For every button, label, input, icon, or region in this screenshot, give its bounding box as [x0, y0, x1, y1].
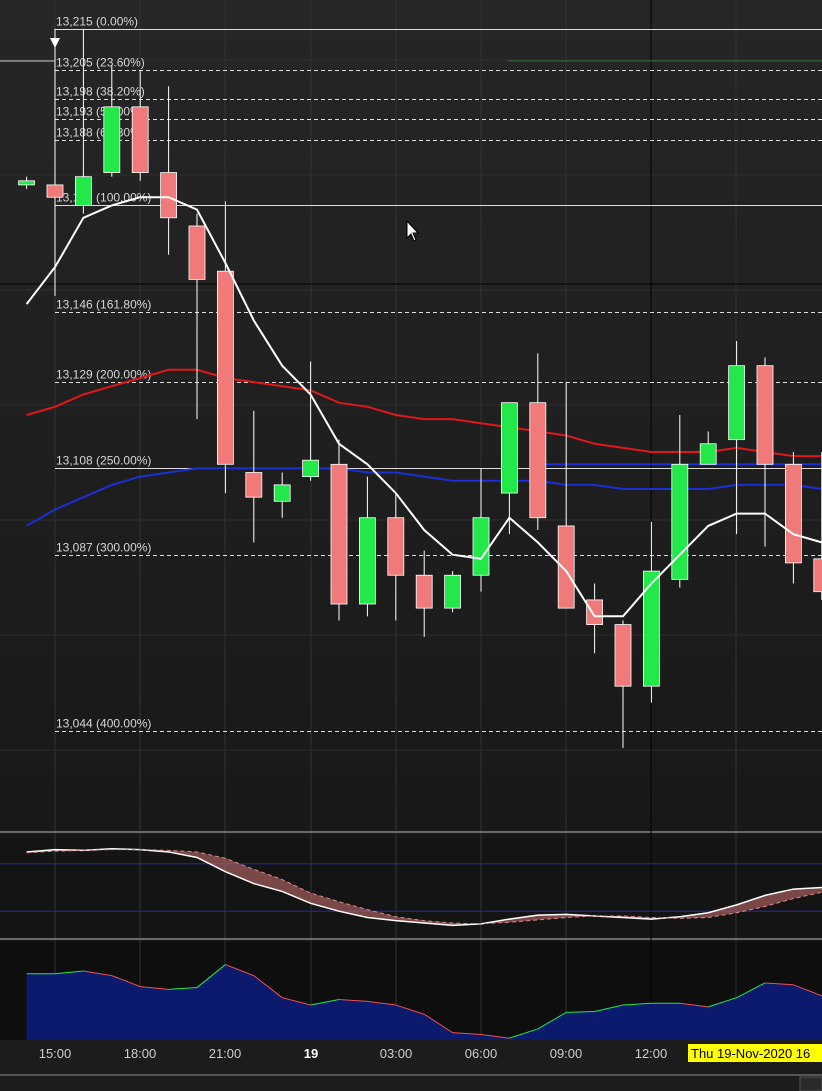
time-axis-label: 19 — [304, 1046, 318, 1061]
candle-down — [415, 574, 433, 609]
candle-down — [387, 517, 405, 576]
mouse-cursor-icon — [406, 219, 420, 242]
time-axis-label: 18:00 — [124, 1046, 157, 1061]
price-chart[interactable]: 13,215 (0.00%) 13,205 (23.60%) 13,198 (38.… — [0, 0, 822, 1091]
candle-down — [557, 525, 575, 609]
fib-level-label: 13,188 (61.80%) — [56, 126, 145, 140]
sma-slow-line — [26, 467, 822, 527]
time-axis-label: 12:00 — [635, 1046, 668, 1061]
candle-up — [472, 517, 490, 576]
candle-up — [18, 180, 36, 186]
candle-down — [46, 184, 64, 198]
crosshair-time-label: Thu 19-Nov-2020 16 — [691, 1046, 810, 1061]
fib-level-label: 13,044 (400.00%) — [56, 717, 151, 731]
candle-down — [188, 225, 206, 280]
fib-level-label: 13,198 (38.20%) — [56, 85, 145, 99]
candle-down — [813, 558, 822, 593]
fib-level-label: 13,087 (300.00%) — [56, 541, 151, 555]
fib-level-label: 13,146 (161.80%) — [56, 298, 151, 312]
fib-level-label: 13,205 (23.60%) — [56, 56, 145, 70]
candle-down — [216, 270, 234, 465]
candle-up — [302, 459, 320, 478]
chart-window[interactable]: 13,215 (0.00%) 13,205 (23.60%) 13,198 (38.… — [0, 0, 822, 1091]
time-axis-label: 06:00 — [465, 1046, 498, 1061]
candles — [18, 28, 822, 748]
fib-level-label: 13,108 (250.00%) — [56, 454, 151, 468]
candle-up — [500, 402, 518, 494]
fib-anchor-arrow-icon — [50, 38, 60, 48]
candle-up — [358, 517, 376, 605]
fib-level-label: 13,193 (50.00%) — [56, 105, 145, 119]
fibonacci-retracement: 13,215 (0.00%) 13,205 (23.60%) 13,198 (38.… — [0, 15, 822, 732]
candle-up — [671, 463, 689, 580]
candle-up — [699, 443, 717, 465]
candle-down — [756, 365, 774, 465]
candle-up — [273, 484, 291, 502]
candle-down — [785, 463, 802, 564]
candle-down — [529, 402, 547, 519]
candle-up — [643, 570, 660, 687]
time-axis-label: 03:00 — [380, 1046, 413, 1061]
fib-level-label: 13,215 (0.00%) — [56, 15, 138, 29]
candle-down — [330, 463, 348, 605]
time-axis-label: 15:00 — [39, 1046, 72, 1061]
time-axis-label: 21:00 — [209, 1046, 242, 1061]
candle-down — [586, 599, 603, 625]
scrollbar-thumb[interactable] — [799, 1076, 822, 1091]
candle-down — [131, 106, 149, 173]
candle-up — [75, 176, 92, 206]
candle-up — [728, 365, 745, 441]
candle-up — [103, 106, 121, 173]
time-axis-label: 09:00 — [550, 1046, 583, 1061]
candle-down — [245, 472, 263, 498]
candle-down — [160, 172, 178, 219]
candle-down — [614, 624, 632, 687]
candle-up — [444, 574, 462, 609]
